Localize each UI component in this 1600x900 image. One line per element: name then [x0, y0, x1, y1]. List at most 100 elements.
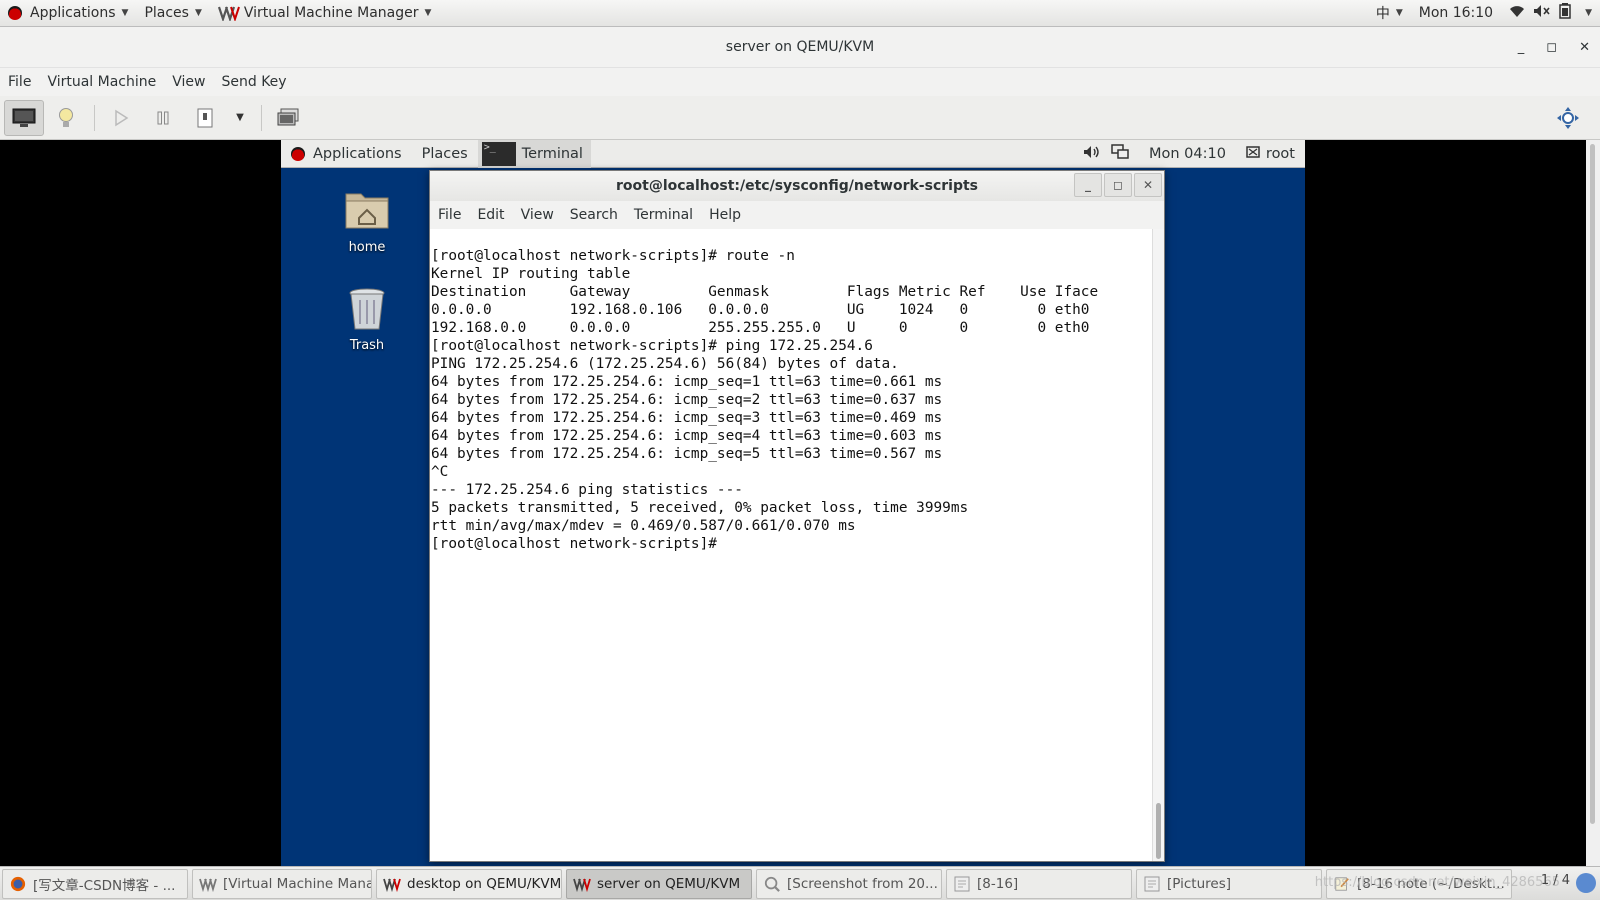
- terminal-line: 64 bytes from 172.25.254.6: icmp_seq=3 t…: [431, 410, 943, 426]
- redhat-logo-icon: [291, 146, 305, 161]
- user-icon: [1246, 145, 1260, 163]
- watermark-text: https://blog.csdn.net/weixin_4286565: [1314, 875, 1560, 890]
- shutdown-menu-dropdown[interactable]: ▼: [227, 100, 253, 136]
- chevron-down-icon: ▼: [1395, 8, 1403, 18]
- terminal-prompt-line[interactable]: [root@localhost network-scripts]#: [431, 535, 1151, 553]
- network-wired-icon: [1111, 143, 1129, 164]
- maximize-icon[interactable]: ◻: [1104, 173, 1132, 197]
- terminal-menu-help[interactable]: Help: [701, 207, 749, 223]
- terminal-titlebar[interactable]: root@localhost:/etc/sysconfig/network-sc…: [430, 171, 1164, 201]
- guest-user-menu[interactable]: root: [1236, 145, 1305, 163]
- taskbar-item-vmm[interactable]: [Virtual Machine Mana...: [192, 868, 372, 899]
- snapshots-icon: [277, 108, 299, 125]
- guest-places-menu[interactable]: Places: [412, 146, 478, 162]
- play-icon: [115, 109, 129, 126]
- show-details-button[interactable]: [46, 100, 86, 136]
- terminal-menu-file[interactable]: File: [430, 207, 469, 223]
- volume-icon: [1083, 145, 1101, 163]
- lightbulb-icon: [59, 107, 73, 127]
- firefox-icon: [10, 876, 26, 891]
- terminal-line: 192.168.0.0 0.0.0.0 255.255.255.0 U 0 0 …: [431, 320, 1090, 336]
- input-method-indicator[interactable]: 中 ▼: [1368, 0, 1411, 27]
- terminal-menu-view[interactable]: View: [513, 207, 562, 223]
- menu-file[interactable]: File: [0, 74, 39, 90]
- vmm-logo-icon: [217, 5, 240, 21]
- terminal-menu-terminal[interactable]: Terminal: [626, 207, 701, 223]
- guest-applications-menu[interactable]: Applications: [281, 146, 412, 162]
- show-console-button[interactable]: [4, 99, 44, 136]
- host-clock[interactable]: Mon 16:10: [1411, 0, 1501, 27]
- wifi-icon: [1509, 4, 1525, 22]
- terminal-icon: >_: [481, 141, 516, 166]
- guest-system-status[interactable]: [1073, 143, 1139, 164]
- host-applications-menu[interactable]: Applications ▼: [0, 0, 136, 27]
- vmm-icon: [383, 878, 401, 892]
- snapshots-button[interactable]: [268, 100, 308, 136]
- chevron-down-icon: ▼: [236, 112, 244, 123]
- guest-desktop[interactable]: Applications Places >_ Terminal Mon 04:1…: [281, 140, 1305, 866]
- minimize-icon[interactable]: _: [1518, 40, 1525, 55]
- vmm-window-title: server on QEMU/KVM: [725, 39, 875, 55]
- guest-top-panel: Applications Places >_ Terminal Mon 04:1…: [281, 140, 1305, 168]
- taskbar-item-pictures[interactable]: [Pictures]: [1136, 868, 1322, 899]
- host-places-menu[interactable]: Places ▼: [136, 0, 209, 27]
- folder-icon: [954, 876, 970, 891]
- desktop-icon-trash[interactable]: Trash: [327, 286, 407, 353]
- home-folder-icon: [345, 193, 389, 229]
- workspace-pager[interactable]: 1 / 4: [1541, 873, 1570, 888]
- chevron-down-icon: ▼: [194, 8, 202, 18]
- taskbar-item-screenshot[interactable]: [Screenshot from 20...: [756, 868, 942, 899]
- pause-icon: [157, 111, 169, 124]
- terminal-menubar: File Edit View Search Terminal Help: [430, 201, 1164, 229]
- terminal-line: Kernel IP routing table: [431, 266, 631, 282]
- menu-view[interactable]: View: [164, 74, 213, 90]
- taskbar-item-desktop-vm[interactable]: desktop on QEMU/KVM: [376, 868, 562, 899]
- trash-icon: [349, 288, 385, 330]
- terminal-scrollbar[interactable]: [1152, 229, 1164, 861]
- vmm-icon: [573, 878, 591, 892]
- pause-button[interactable]: [143, 100, 183, 136]
- terminal-line: 64 bytes from 172.25.254.6: icmp_seq=4 t…: [431, 428, 943, 444]
- chevron-down-icon: ▼: [1585, 8, 1592, 18]
- shutdown-button[interactable]: [185, 100, 225, 136]
- run-button[interactable]: [101, 100, 141, 136]
- terminal-title: root@localhost:/etc/sysconfig/network-sc…: [615, 178, 979, 194]
- taskbar-item-server-vm[interactable]: server on QEMU/KVM: [566, 868, 752, 899]
- vmm-window-titlebar[interactable]: server on QEMU/KVM _ ◻ ✕: [0, 27, 1600, 68]
- vmm-menubar: File Virtual Machine View Send Key: [0, 68, 1600, 96]
- system-status-menu[interactable]: ▼: [1501, 0, 1600, 27]
- desktop-icon-label: home: [348, 240, 386, 255]
- terminal-line: 64 bytes from 172.25.254.6: icmp_seq=5 t…: [431, 446, 943, 462]
- menu-virtual-machine[interactable]: Virtual Machine: [39, 74, 164, 90]
- terminal-window[interactable]: root@localhost:/etc/sysconfig/network-sc…: [429, 170, 1165, 862]
- vmm-icon: [199, 878, 217, 892]
- terminal-line: 64 bytes from 172.25.254.6: icmp_seq=1 t…: [431, 374, 943, 390]
- host-taskbar: [写文章-CSDN博客 - ... [Virtual Machine Mana.…: [0, 866, 1600, 900]
- toolbar-separator: [261, 104, 262, 131]
- power-icon: [197, 108, 213, 127]
- toolbar-separator: [94, 104, 95, 131]
- desktop-icon-home[interactable]: home: [327, 188, 407, 255]
- host-top-panel: Applications ▼ Places ▼ Virtual Machine …: [0, 0, 1600, 27]
- terminal-line: rtt min/avg/max/mdev = 0.469/0.587/0.661…: [431, 518, 856, 534]
- close-icon[interactable]: ✕: [1579, 40, 1590, 55]
- battery-icon: [1559, 3, 1571, 23]
- terminal-output[interactable]: [root@localhost network-scripts]# route …: [430, 229, 1152, 861]
- terminal-line: --- 172.25.254.6 ping statistics ---: [431, 482, 743, 498]
- taskbar-item-firefox[interactable]: [写文章-CSDN博客 - ...: [2, 868, 188, 899]
- terminal-menu-search[interactable]: Search: [562, 207, 626, 223]
- terminal-line: Destination Gateway Genmask Flags Metric…: [431, 284, 1099, 300]
- notification-icon[interactable]: [1576, 873, 1596, 893]
- terminal-menu-edit[interactable]: Edit: [469, 207, 512, 223]
- maximize-icon[interactable]: ◻: [1546, 40, 1557, 55]
- taskbar-item-folder-8-16[interactable]: [8-16]: [946, 868, 1132, 899]
- menu-send-key[interactable]: Send Key: [213, 74, 294, 90]
- guest-terminal-task[interactable]: >_ Terminal: [477, 140, 591, 168]
- fullscreen-icon: [1557, 106, 1579, 129]
- guest-clock[interactable]: Mon 04:10: [1139, 146, 1236, 162]
- close-icon[interactable]: ✕: [1134, 173, 1162, 197]
- minimize-icon[interactable]: _: [1074, 173, 1102, 197]
- host-app-menu[interactable]: Virtual Machine Manager ▼: [210, 0, 440, 27]
- vm-console-scrollbar[interactable]: [1586, 140, 1600, 866]
- fullscreen-button[interactable]: [1548, 100, 1588, 136]
